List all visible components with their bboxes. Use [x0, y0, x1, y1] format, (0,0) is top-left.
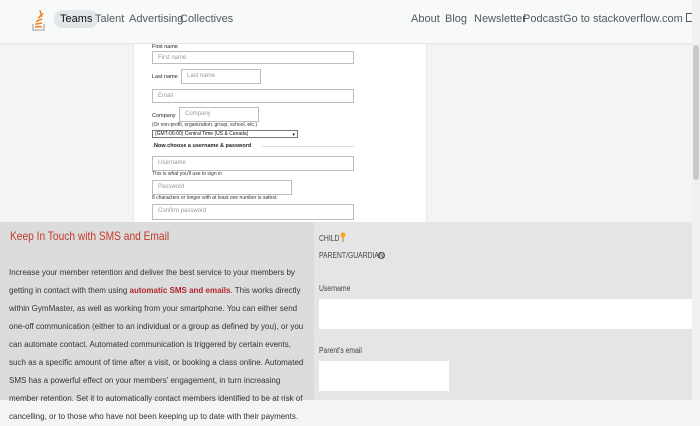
- email-field[interactable]: Email: [152, 89, 354, 103]
- nav-advertising[interactable]: Advertising: [129, 13, 183, 25]
- nav-talent[interactable]: Talent: [95, 13, 124, 25]
- confirm-password-field[interactable]: Confirm password: [152, 204, 354, 220]
- timezone-value: (GMT-06:00) Central Time (US & Canada): [155, 131, 249, 137]
- chevron-down-icon: ▾: [292, 132, 295, 138]
- username-hint: This is what you'll use to sign in: [152, 171, 222, 177]
- promo-text-highlight: automatic SMS and emails: [129, 286, 231, 295]
- username-field[interactable]: Username: [152, 156, 354, 171]
- scrollbar-thumb[interactable]: [693, 45, 699, 180]
- parent-guardian-label: PARENT/GUARDIAN: [319, 251, 384, 260]
- company-hint: (Or non-profit, organization, group, sch…: [152, 122, 258, 128]
- nav-newsletter[interactable]: Newsletter: [474, 13, 526, 25]
- nav-podcast[interactable]: Podcast: [523, 13, 563, 25]
- promo-text-end: . This works directly within GymMaster, …: [9, 286, 304, 421]
- pin-icon: [340, 232, 346, 242]
- nav-about[interactable]: About: [411, 13, 440, 25]
- stackoverflow-logo-icon[interactable]: [32, 8, 46, 32]
- password-field[interactable]: Password: [152, 180, 292, 195]
- nav-go-to-stackoverflow[interactable]: Go to stackoverflow.com: [563, 13, 695, 25]
- first-name-label: First name: [152, 44, 178, 50]
- company-field[interactable]: Company: [179, 107, 259, 122]
- parent-email-input[interactable]: [319, 361, 449, 391]
- parent-guardian-radio[interactable]: [378, 252, 385, 259]
- company-label: Company: [152, 113, 176, 119]
- nav-teams[interactable]: Teams: [54, 10, 99, 28]
- signup-form: First name First name Last name Last nam…: [133, 44, 427, 222]
- last-name-label: Last name: [152, 74, 178, 80]
- promo-paragraph: Increase your member retention and deliv…: [9, 264, 309, 426]
- nav-go-to-stackoverflow-label: Go to stackoverflow.com: [563, 13, 683, 25]
- password-hint: 8 characters or longer with at least one…: [152, 195, 278, 201]
- top-navigation-bar: Teams Talent Advertising Collectives Abo…: [0, 0, 695, 44]
- nav-blog[interactable]: Blog: [445, 13, 467, 25]
- credentials-section-title: Now choose a username & password: [154, 143, 252, 149]
- promo-title: Keep In Touch with SMS and Email: [10, 229, 170, 243]
- parent-email-label: Parent's email: [319, 346, 362, 355]
- timezone-select[interactable]: (GMT-06:00) Central Time (US & Canada) ▾: [152, 130, 298, 138]
- scrollbar[interactable]: [692, 0, 700, 400]
- username-label: Username: [319, 284, 351, 293]
- username-input[interactable]: [319, 299, 695, 329]
- divider-right: [262, 146, 354, 147]
- first-name-field[interactable]: First name: [152, 51, 354, 64]
- nav-collectives[interactable]: Collectives: [180, 13, 233, 25]
- child-label: CHILD: [319, 234, 340, 243]
- last-name-field[interactable]: Last name: [181, 69, 261, 84]
